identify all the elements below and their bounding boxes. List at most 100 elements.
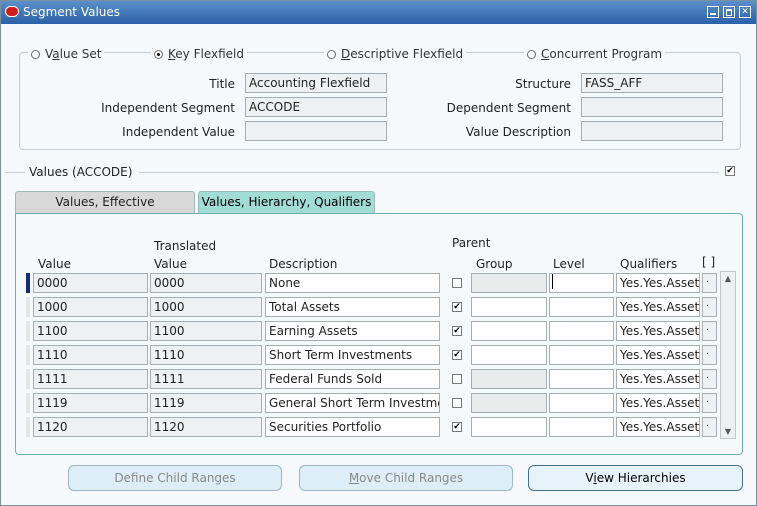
independent-value-label: Independent Value <box>122 125 235 139</box>
col-header-value: Value <box>38 257 71 271</box>
qualifiers-cell[interactable]: Yes.Yes.Asset <box>616 321 700 341</box>
qualifiers-cell[interactable]: Yes.Yes.Asset <box>616 369 700 389</box>
arrow-up-icon[interactable]: ▲ <box>723 274 733 283</box>
extra-cell[interactable]: . <box>702 297 717 317</box>
value-cell[interactable]: 1100 <box>33 321 148 341</box>
independent-value-field[interactable] <box>245 121 387 141</box>
translated-value-cell[interactable]: 1110 <box>150 345 262 365</box>
translated-value-cell[interactable]: 1000 <box>150 297 262 317</box>
row-indicator[interactable] <box>26 345 30 365</box>
description-cell[interactable]: None <box>265 273 440 293</box>
description-cell[interactable]: Federal Funds Sold <box>265 369 440 389</box>
maximize-icon[interactable] <box>723 6 735 18</box>
group-cell[interactable] <box>471 369 547 389</box>
qualifiers-cell[interactable]: Yes.Yes.Asset <box>616 273 700 293</box>
level-cell[interactable] <box>549 393 614 413</box>
row-indicator[interactable] <box>26 369 30 389</box>
row-indicator[interactable] <box>26 321 30 341</box>
qualifiers-cell[interactable]: Yes.Yes.Asset <box>616 417 700 437</box>
parent-checkbox[interactable] <box>452 278 462 288</box>
parent-checkbox[interactable] <box>452 302 462 312</box>
vertical-scrollbar[interactable]: ▲ ▼ <box>720 271 736 439</box>
structure-field[interactable]: FASS_AFF <box>581 73 723 93</box>
radio-concurrent-program-dot[interactable] <box>527 49 536 59</box>
extra-cell[interactable]: . <box>702 345 717 365</box>
radio-concurrent-program[interactable]: Concurrent Program <box>524 47 666 61</box>
move-child-ranges-button[interactable]: Move Child Ranges <box>299 465 513 491</box>
parent-checkbox[interactable] <box>452 422 462 432</box>
level-cell[interactable] <box>549 417 614 437</box>
group-cell[interactable] <box>471 345 547 365</box>
view-hierarchies-button[interactable]: View Hierarchies <box>528 465 743 491</box>
window-title: Segment Values <box>23 5 121 19</box>
structure-label: Structure <box>515 77 571 91</box>
translated-value-cell[interactable]: 1119 <box>150 393 262 413</box>
group-cell[interactable] <box>471 297 547 317</box>
value-cell[interactable]: 1000 <box>33 297 148 317</box>
minimize-icon[interactable] <box>707 6 719 18</box>
extra-cell[interactable]: . <box>702 273 717 293</box>
translated-value-cell[interactable]: 1100 <box>150 321 262 341</box>
extra-cell[interactable]: . <box>702 417 717 437</box>
level-cell[interactable] <box>549 321 614 341</box>
qualifiers-cell[interactable]: Yes.Yes.Asset <box>616 393 700 413</box>
translated-value-cell[interactable]: 1111 <box>150 369 262 389</box>
row-indicator[interactable] <box>26 273 30 293</box>
description-cell[interactable]: Total Assets <box>265 297 440 317</box>
level-cell[interactable] <box>549 297 614 317</box>
group-cell[interactable] <box>471 393 547 413</box>
description-cell[interactable]: Short Term Investments <box>265 345 440 365</box>
radio-descriptive-flexfield[interactable]: Descriptive Flexfield <box>324 47 467 61</box>
extra-cell[interactable]: . <box>702 321 717 341</box>
radio-descriptive-flexfield-dot[interactable] <box>327 49 336 59</box>
radio-value-set[interactable]: Value Set <box>28 47 105 61</box>
parent-checkbox[interactable] <box>452 374 462 384</box>
translated-value-cell[interactable]: 0000 <box>150 273 262 293</box>
radio-key-flexfield[interactable]: Key Flexfield <box>151 47 247 61</box>
arrow-down-icon[interactable]: ▼ <box>723 427 733 436</box>
description-cell[interactable]: Securities Portfolio <box>265 417 440 437</box>
tab-values-effective[interactable]: Values, Effective <box>15 191 195 213</box>
parent-checkbox[interactable] <box>452 350 462 360</box>
qualifiers-cell[interactable]: Yes.Yes.Asset <box>616 345 700 365</box>
extra-cell[interactable]: . <box>702 369 717 389</box>
col-header-parent: Parent <box>452 236 491 250</box>
radio-value-set-dot[interactable] <box>31 49 40 59</box>
text-cursor <box>552 274 553 289</box>
qualifiers-cell[interactable]: Yes.Yes.Asset <box>616 297 700 317</box>
define-child-ranges-button[interactable]: Define Child Ranges <box>68 465 282 491</box>
row-indicator[interactable] <box>26 417 30 437</box>
radio-key-flexfield-dot[interactable] <box>154 49 163 59</box>
value-description-label: Value Description <box>465 125 571 139</box>
value-cell[interactable]: 1111 <box>33 369 148 389</box>
dependent-segment-field[interactable] <box>581 97 723 117</box>
title-field[interactable]: Accounting Flexfield <box>245 73 387 93</box>
extra-cell[interactable]: . <box>702 393 717 413</box>
level-cell[interactable] <box>549 369 614 389</box>
close-icon[interactable] <box>739 6 751 18</box>
independent-segment-field[interactable]: ACCODE <box>245 97 387 117</box>
group-cell[interactable] <box>471 321 547 341</box>
col-header-translated-value: Value <box>154 257 187 271</box>
translated-value-cell[interactable]: 1120 <box>150 417 262 437</box>
segment-values-window: Segment Values Value Set Key Flexfield D… <box>0 0 757 506</box>
independent-segment-label: Independent Segment <box>101 101 235 115</box>
description-cell[interactable]: Earning Assets <box>265 321 440 341</box>
title-label: Title <box>209 77 235 91</box>
parent-checkbox[interactable] <box>452 326 462 336</box>
value-cell[interactable]: 0000 <box>33 273 148 293</box>
parent-checkbox[interactable] <box>452 398 462 408</box>
description-cell[interactable]: General Short Term Investmer <box>265 393 440 413</box>
row-indicator[interactable] <box>26 297 30 317</box>
group-cell[interactable] <box>471 273 547 293</box>
group-cell[interactable] <box>471 417 547 437</box>
tab-values-hierarchy-qualifiers[interactable]: Values, Hierarchy, Qualifiers <box>198 191 375 213</box>
level-cell[interactable] <box>549 273 614 293</box>
value-cell[interactable]: 1119 <box>33 393 148 413</box>
row-indicator[interactable] <box>26 393 30 413</box>
value-description-field[interactable] <box>581 121 723 141</box>
level-cell[interactable] <box>549 345 614 365</box>
values-section-checkbox[interactable] <box>725 166 735 176</box>
value-cell[interactable]: 1120 <box>33 417 148 437</box>
value-cell[interactable]: 1110 <box>33 345 148 365</box>
